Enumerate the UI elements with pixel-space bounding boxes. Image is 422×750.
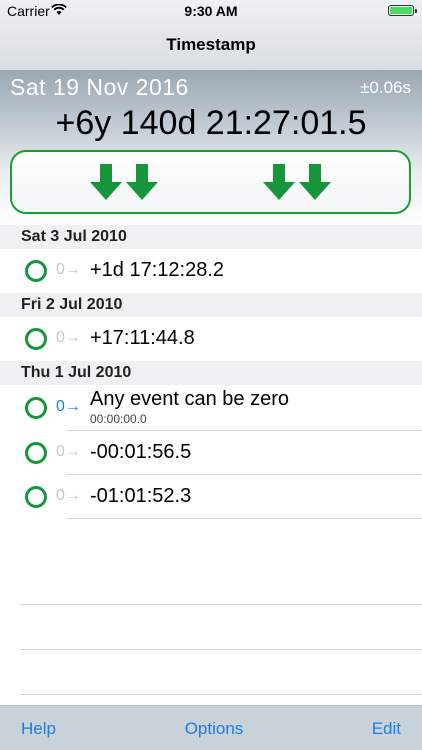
circle-icon xyxy=(25,486,47,508)
top-chrome: Carrier 9:30 AM Timestamp xyxy=(0,0,422,70)
event-offset: -00:01:56.5 xyxy=(90,441,192,463)
empty-rows xyxy=(20,560,422,695)
event-title: Any event can be zero xyxy=(90,388,290,410)
set-zero-button[interactable]: 0→ xyxy=(56,398,81,416)
list-item[interactable]: 0→ +17:11:44.8 xyxy=(0,317,422,361)
elapsed-offset: +6y 140d 21:27:01.5 xyxy=(55,104,367,142)
header-panel: Sat 19 Nov 2016 ±0.06s +6y 140d 21:27:01… xyxy=(0,70,422,225)
timestamp-button[interactable] xyxy=(10,150,411,214)
nav-title: Timestamp xyxy=(166,35,256,54)
help-button[interactable]: Help xyxy=(21,719,56,739)
circle-icon xyxy=(25,397,47,419)
circle-icon xyxy=(25,442,47,464)
circle-icon xyxy=(25,328,47,350)
list-item[interactable]: 0→ Any event can be zero 00:00:00.0 xyxy=(0,385,422,431)
event-offset: +1d 17:12:28.2 xyxy=(90,259,225,281)
empty-row-divider xyxy=(20,605,422,650)
section-header: Sat 3 Jul 2010 xyxy=(0,225,422,249)
list-item[interactable]: 0→ +1d 17:12:28.2 xyxy=(0,249,422,293)
section-header: Fri 2 Jul 2010 xyxy=(0,293,422,317)
precision-label: ±0.06s xyxy=(360,78,411,97)
event-offset: +17:11:44.8 xyxy=(90,327,195,349)
battery-icon xyxy=(388,5,414,16)
section-header: Thu 1 Jul 2010 xyxy=(0,361,422,385)
arrow-group-right xyxy=(263,164,335,205)
down-arrow-icon xyxy=(126,164,158,200)
down-arrow-icon xyxy=(263,164,295,200)
current-date: Sat 19 Nov 2016 xyxy=(10,74,189,100)
bottom-toolbar: Options Help Edit xyxy=(0,705,422,750)
set-zero-button[interactable]: 0→ xyxy=(56,329,81,347)
set-zero-button[interactable]: 0→ xyxy=(56,443,81,461)
event-time: 00:00:00.0 xyxy=(90,412,147,426)
status-bar: Carrier 9:30 AM xyxy=(0,0,422,22)
down-arrow-icon xyxy=(299,164,331,200)
set-zero-button[interactable]: 0→ xyxy=(56,261,81,279)
options-button[interactable]: Options xyxy=(0,719,422,739)
circle-icon xyxy=(25,260,47,282)
event-list: Sat 3 Jul 2010 0→ +1d 17:12:28.2 Fri 2 J… xyxy=(0,225,422,519)
set-zero-button[interactable]: 0→ xyxy=(56,487,81,505)
empty-row-divider xyxy=(20,560,422,605)
arrow-group-left xyxy=(90,164,162,205)
event-offset: -01:01:52.3 xyxy=(90,485,192,507)
list-item[interactable]: 0→ -01:01:52.3 xyxy=(0,475,422,519)
list-item[interactable]: 0→ -00:01:56.5 xyxy=(0,431,422,475)
status-time: 9:30 AM xyxy=(184,3,238,19)
edit-button[interactable]: Edit xyxy=(372,719,401,739)
battery-tip xyxy=(415,9,417,13)
down-arrow-icon xyxy=(90,164,122,200)
empty-row-divider xyxy=(20,650,422,695)
row-divider xyxy=(66,518,422,519)
